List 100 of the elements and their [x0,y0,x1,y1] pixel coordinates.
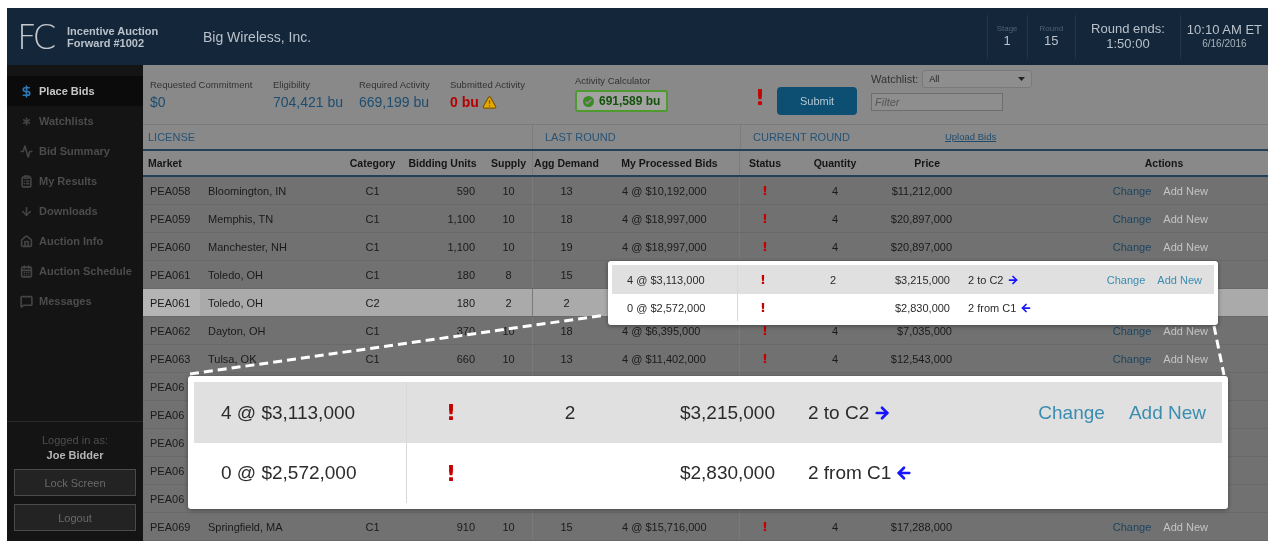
table-cell: 10 [502,352,515,365]
table-cell: 4 @ $18,997,000 [622,240,707,253]
metric-value: $0 [150,94,166,110]
logo: FC [17,16,53,57]
column-header: Bidding Units [408,156,477,169]
transfer-text: 2 from C1 [808,462,892,484]
table-cell: 4 @ $3,113,000 [221,401,356,424]
status-label: ! [762,211,768,226]
group-header: LICENSE [148,130,196,143]
status-label: ! [760,272,766,287]
table-cell: 18 [560,324,573,337]
table-cell: 10 [502,240,515,253]
table-cell: 180 [456,296,475,309]
table-cell: 15 [560,520,573,533]
table-cell: 180 [456,268,475,281]
table-cell: 4 [831,184,839,197]
status-label: ! [445,400,456,425]
metric-label: Submitted Activity [450,79,526,90]
table-cell: 4 @ $15,716,000 [622,520,707,533]
table-cell: 4 [831,212,839,225]
transfer-text: 2 from C1 [968,301,1017,314]
table-cell: 10 [502,184,515,197]
table-cell: Toledo, OH [208,268,264,281]
table-cell: C2 [365,296,380,309]
table-cell: 4 @ $11,402,000 [622,352,706,365]
table-cell: 4 [831,352,839,365]
table-cell: 4 [831,324,839,337]
table-cell: 910 [456,520,475,533]
user-name: Joe Bidder [46,449,104,461]
column-header: Actions [1144,156,1184,169]
status-label: ! [760,300,766,315]
table-cell: $3,215,000 [894,273,950,286]
table-cell: 18 [560,212,573,225]
group-header: LAST ROUND [545,130,616,143]
table-cell: $20,897,000 [890,240,952,253]
table-cell: 1,100 [447,240,475,253]
table-cell: $17,288,000 [890,520,952,533]
table-cell: $7,035,000 [896,324,952,337]
table-cell: $11,212,000 [891,184,952,197]
table-cell: 19 [560,240,573,253]
status-label: ! [762,323,768,338]
table-cell: Springfield, MA [208,520,283,533]
market-code-cell: PEA061 [143,289,200,316]
table-cell: Bloomington, IN [208,184,287,197]
column-header: Agg Demand [534,156,599,169]
table-cell: 13 [560,184,573,197]
column-header: Market [148,156,182,169]
status-label: ! [762,239,768,254]
table-cell: 0 @ $2,572,000 [627,301,706,314]
group-header: CURRENT ROUND [753,130,850,143]
column-header: Price [914,156,940,169]
table-cell: 1,100 [447,212,475,225]
table-cell: 4 [831,520,839,533]
table-cell: 10 [502,520,515,533]
metric-label: Requested Commitment [150,79,254,90]
table-cell: 2 [564,401,576,424]
table-cell: 660 [456,352,475,365]
transfer-text: 2 to C2 [968,273,1004,286]
table-cell: C1 [365,240,380,253]
table-cell: C1 [365,520,380,533]
table-cell: 10 [502,212,515,225]
column-header: Supply [491,156,526,169]
table-cell: $2,830,000 [894,301,950,314]
status-label: ! [762,183,768,198]
table-cell: C1 [365,184,380,197]
table-cell: $3,215,000 [679,401,775,424]
clock-date: 6/16/2016 [1202,38,1247,50]
metric-label: Required Activity [359,79,431,90]
table-cell: 4 @ $3,113,000 [627,273,705,286]
alert-mark: ! [755,85,766,110]
stat-value: 1 [1003,33,1011,49]
auction-subtitle: Forward #1002 [67,36,146,49]
table-cell: Manchester, NH [208,240,287,253]
table-cell: 2 [563,296,570,309]
bidder-name: Big Wireless, Inc. [203,28,312,45]
column-header: Quantity [813,156,857,169]
round-ends-label: Round ends: [1091,21,1165,37]
table-cell: $20,897,000 [890,212,952,225]
table-cell: Dayton, OH [208,324,266,337]
activity-calculator: 691,589 bu [575,90,669,112]
metric-value: 0 bu [450,94,479,110]
status-label: ! [762,519,768,534]
table-cell: C1 [365,324,380,337]
logged-in-label: Logged in as: [41,434,109,446]
table-cell: Toledo, OH [208,296,264,309]
table-cell: Memphis, TN [208,212,274,225]
metric-value: 704,421 bu [273,94,344,110]
table-cell: C1 [365,352,380,365]
table-cell: 4 @ $10,192,000 [622,184,707,197]
transfer-text: 2 to C2 [808,401,870,424]
table-cell: 4 @ $18,997,000 [622,212,707,225]
column-header: Category [349,156,396,169]
metric-value: 669,199 bu [359,94,430,110]
column-header: Status [748,156,782,169]
column-header: My Processed Bids [621,156,718,169]
table-cell: 2 [829,273,837,286]
table-cell: C1 [365,268,380,281]
table-cell: $2,830,000 [679,462,775,484]
table-cell: $12,543,000 [890,352,952,365]
table-cell: Tulsa, OK [208,352,257,365]
